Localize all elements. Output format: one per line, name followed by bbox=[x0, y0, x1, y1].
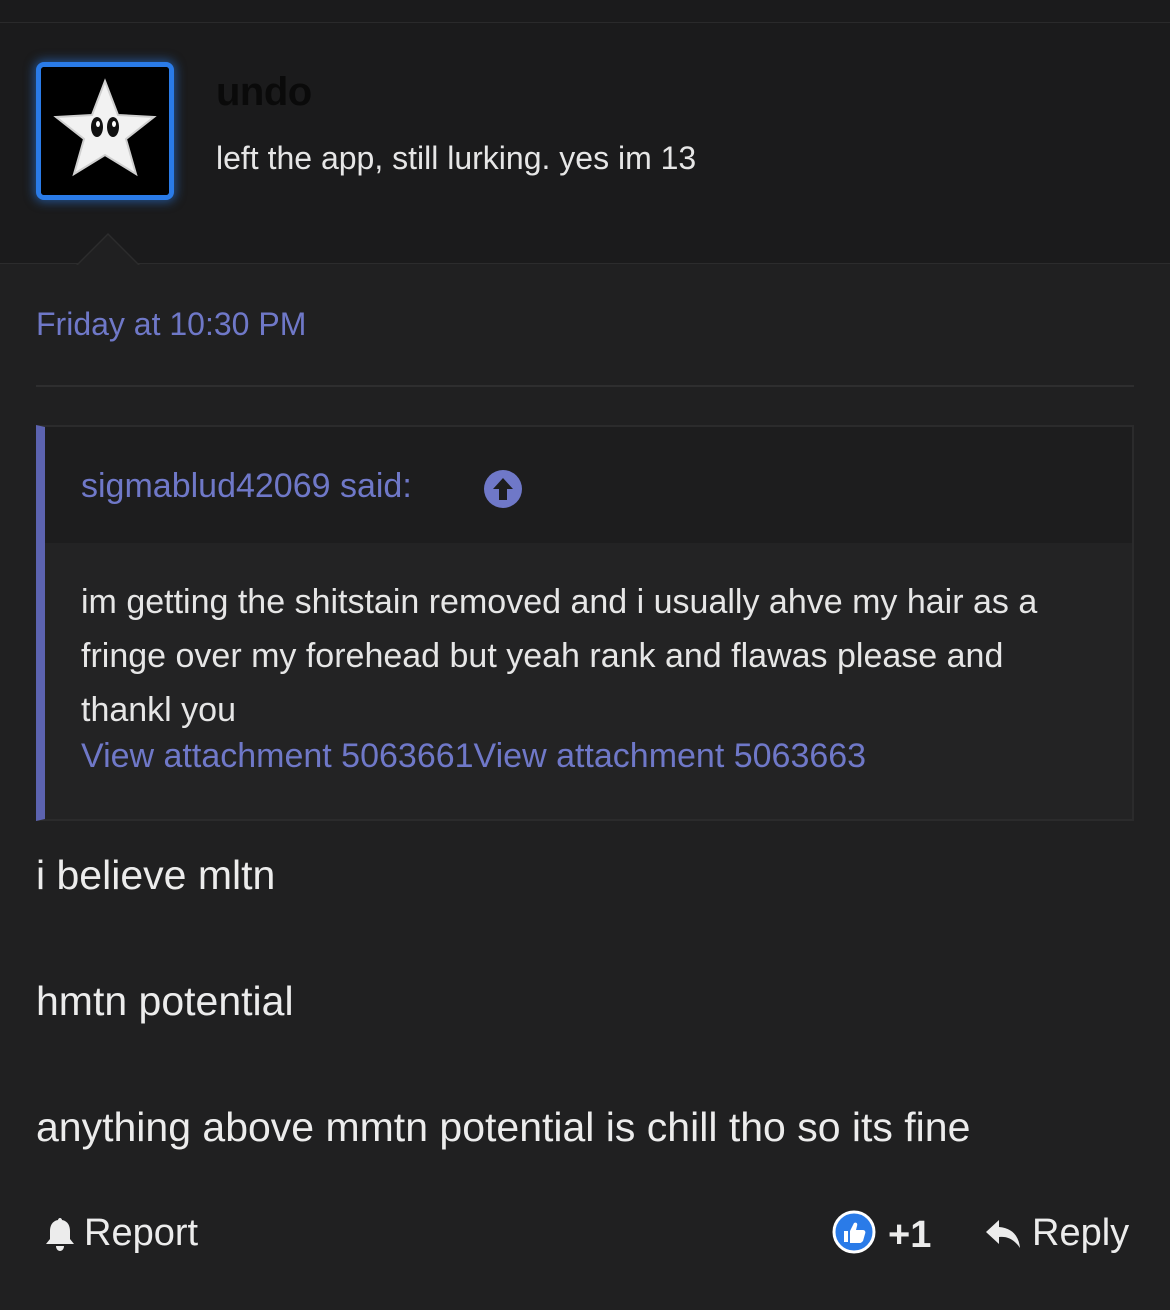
username-link[interactable]: undo bbox=[216, 70, 312, 115]
reaction-score[interactable]: +1 bbox=[888, 1214, 931, 1257]
report-label: Report bbox=[84, 1212, 199, 1254]
attachment-link[interactable]: View attachment 5063663 bbox=[474, 737, 867, 775]
reply-label: Reply bbox=[1032, 1212, 1130, 1254]
attachment-row: View attachment 5063661View attachment 5… bbox=[81, 737, 866, 776]
top-strip bbox=[0, 0, 1170, 23]
attachment-link[interactable]: View attachment 5063661 bbox=[81, 737, 474, 775]
message-line: hmtn potential bbox=[36, 978, 294, 1024]
quote-author-link[interactable]: sigmablud42069 said: bbox=[81, 467, 412, 506]
arrow-up-icon[interactable] bbox=[483, 469, 523, 509]
report-button[interactable]: Report bbox=[44, 1212, 198, 1255]
divider bbox=[36, 385, 1134, 387]
quote-text: im getting the shitstain removed and i u… bbox=[81, 583, 1038, 729]
bell-icon bbox=[46, 1217, 74, 1251]
reply-arrow-icon bbox=[986, 1219, 1020, 1248]
thumbs-up-icon[interactable] bbox=[832, 1210, 876, 1254]
quote-header: sigmablud42069 said: bbox=[45, 427, 1132, 543]
post-timestamp[interactable]: Friday at 10:30 PM bbox=[36, 306, 306, 343]
star-avatar-icon bbox=[41, 67, 169, 195]
reply-button[interactable]: Reply bbox=[984, 1212, 1129, 1255]
message-line: i believe mltn bbox=[36, 852, 276, 898]
post-page: undo left the app, still lurking. yes im… bbox=[0, 0, 1170, 1310]
quote-block: sigmablud42069 said: im getting the shit… bbox=[36, 425, 1134, 821]
message-line: anything above mmtn potential is chill t… bbox=[36, 1104, 971, 1150]
avatar[interactable] bbox=[36, 62, 174, 200]
user-title: left the app, still lurking. yes im 13 bbox=[216, 140, 697, 176]
